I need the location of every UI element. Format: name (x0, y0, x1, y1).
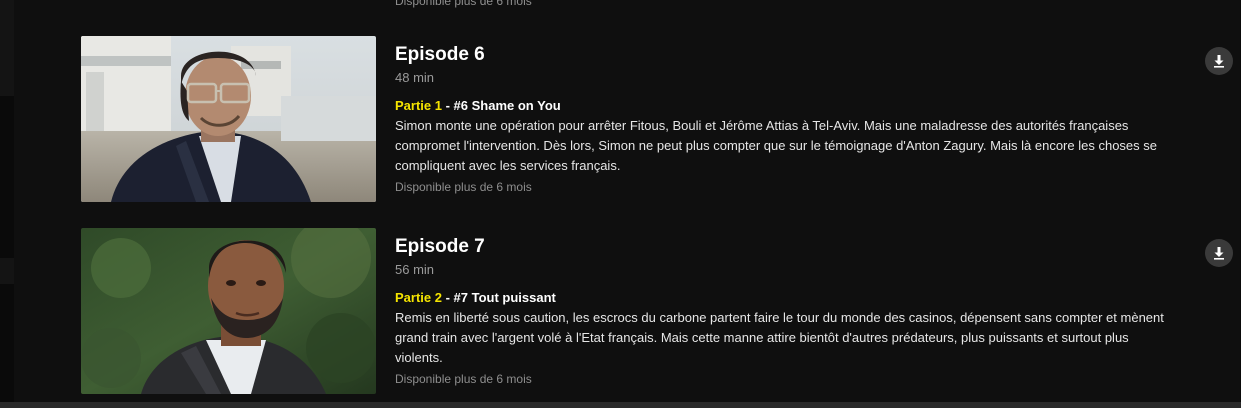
episode-6-info: Episode 6 48 min Partie 1 - #6 Shame on … (395, 36, 1175, 195)
episode-availability: Disponible plus de 6 mois (395, 372, 532, 386)
episode-subtitle-text: #6 Shame on You (453, 98, 561, 113)
bottom-divider (0, 402, 1241, 408)
episode-6-thumbnail[interactable] (81, 36, 376, 202)
download-button[interactable] (1205, 47, 1233, 75)
download-icon (1214, 247, 1224, 260)
episode-7-info: Episode 7 56 min Partie 2 - #7 Tout puis… (395, 228, 1175, 387)
episode-title[interactable]: Episode 6 (395, 44, 1175, 66)
episode-title[interactable]: Episode 7 (395, 236, 1175, 258)
subtitle-separator: - (441, 290, 454, 305)
part-label: Partie 1 (395, 98, 442, 113)
previous-availability: Disponible plus de 6 mois (395, 0, 532, 8)
download-button[interactable] (1205, 239, 1233, 267)
episode-subtitle: Partie 2 - #7 Tout puissant (395, 289, 1175, 306)
subtitle-separator: - (441, 98, 454, 113)
episode-7-thumbnail[interactable] (81, 228, 376, 394)
episode-duration: 56 min (395, 262, 435, 277)
episode-description: Remis en liberté sous caution, les escro… (395, 310, 1164, 365)
episode-row-7[interactable]: Episode 7 56 min Partie 2 - #7 Tout puis… (81, 228, 1241, 396)
episode-row-6[interactable]: Episode 6 48 min Partie 1 - #6 Shame on … (81, 36, 1241, 204)
episode-description: Simon monte une opération pour arrêter F… (395, 118, 1157, 173)
download-icon (1214, 55, 1224, 68)
episode-subtitle-text: #7 Tout puissant (453, 290, 556, 305)
episode-availability: Disponible plus de 6 mois (395, 180, 532, 194)
part-label: Partie 2 (395, 290, 442, 305)
episode-list: Disponible plus de 6 mois Episode 6 48 m… (14, 0, 1240, 402)
left-rail (0, 0, 14, 408)
episode-list-page: Disponible plus de 6 mois Episode 6 48 m… (0, 0, 1241, 408)
episode-duration: 48 min (395, 70, 435, 85)
episode-subtitle: Partie 1 - #6 Shame on You (395, 97, 1175, 114)
